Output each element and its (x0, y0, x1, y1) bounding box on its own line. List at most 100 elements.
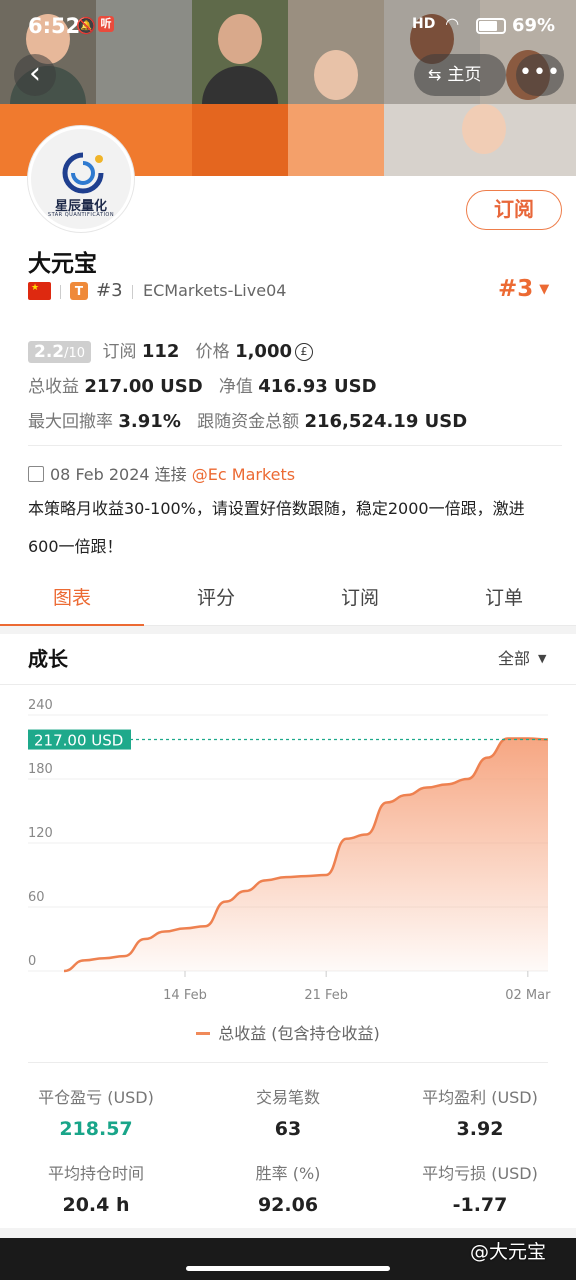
caret-down-icon: ▼ (538, 652, 547, 665)
kpi-item: 交易笔数 63 (192, 1084, 384, 1140)
signal-icon: HD (412, 16, 436, 32)
kpi-item: 平均亏损 (USD) -1.77 (384, 1160, 576, 1216)
kpi-value: 20.4 h (62, 1194, 130, 1216)
broker-link[interactable]: @Ec Markets (192, 465, 295, 484)
status-time: 6:52 (28, 14, 81, 38)
battery-icon (476, 18, 506, 34)
kpi-value: 3.92 (456, 1118, 504, 1140)
follow-total-value: 216,524.19 USD (304, 411, 468, 432)
growth-chart: 0 60 120 180 240 217.00 USD 14 Feb 21 Feb 02 Mar (28, 698, 551, 1003)
range-select[interactable]: 全部 ▼ (498, 645, 546, 669)
subscribe-count: 112 (141, 341, 180, 362)
total-profit-label: 总收益 (28, 377, 79, 397)
home-button[interactable]: ⇆ 主页 (414, 54, 506, 96)
tab-subscribe[interactable]: 订阅 (288, 574, 432, 626)
calendar-icon (28, 466, 44, 482)
follow-total-label: 跟随资金总额 (197, 412, 300, 432)
bell-muted-icon: 🔕 (76, 16, 96, 35)
kpi-value: 92.06 (257, 1194, 319, 1216)
kpi-value: 218.57 (59, 1118, 133, 1140)
kpi-label: 平均持仓时间 (47, 1164, 144, 1183)
watermark: @大元宝 (470, 1241, 547, 1263)
score-max: /10 (64, 346, 86, 361)
divider (0, 684, 576, 685)
kpi-item: 胜率 (%) 92.06 (192, 1160, 384, 1216)
price-label: 价格 (195, 342, 230, 362)
kpi-value: -1.77 (452, 1194, 508, 1216)
divider (28, 445, 562, 446)
swap-icon: ⇆ (428, 65, 442, 84)
rank-value: #3 (498, 276, 534, 302)
divider (132, 285, 133, 299)
battery-percent: 69% (512, 15, 556, 36)
more-dots-icon: ••• (519, 60, 561, 85)
rank-label: #3 (96, 280, 123, 301)
y-tick-label: 120 (28, 826, 53, 841)
connect-label: 连接 (154, 465, 187, 484)
score-badge: 2.2/10 (28, 341, 92, 363)
total-profit-value: 217.00 USD (84, 376, 203, 397)
more-button[interactable]: ••• (516, 54, 564, 96)
x-tick-label: 21 Feb (304, 988, 348, 1003)
home-indicator[interactable] (186, 1266, 390, 1271)
kpi-label: 交易笔数 (255, 1088, 320, 1107)
kpi-value: 63 (274, 1118, 302, 1140)
strategy-page: 6:52 🔕 听 HD ◠ 69% ‹ ⇆ 主页 ••• 星辰量化 STAR QU… (0, 0, 576, 1280)
home-label: 主页 (447, 65, 482, 85)
max-drawdown-value: 3.91% (118, 411, 181, 432)
stats-row-1: 2.2/10 订阅 112 价格 1,000 £ (28, 337, 313, 363)
wifi-icon: ◠ (446, 14, 459, 33)
star-logo-icon (62, 152, 104, 194)
notification-badge: 听 (98, 16, 114, 32)
price-value: 1,000 (235, 341, 292, 362)
status-bar: 6:52 🔕 听 HD ◠ 69% (0, 0, 576, 52)
tab-chart[interactable]: 图表 (0, 574, 144, 627)
tab-orders[interactable]: 订单 (432, 574, 576, 626)
kpi-label: 平仓盈亏 (USD) (38, 1088, 154, 1107)
kpi-label: 平均亏损 (USD) (422, 1164, 538, 1183)
china-flag-icon: ★ (28, 282, 51, 300)
range-value: 全部 (498, 649, 531, 668)
subscribe-button[interactable]: 订阅 (466, 190, 562, 230)
kpi-item: 平仓盈亏 (USD) 218.57 (0, 1084, 192, 1140)
net-value: 416.93 USD (258, 376, 377, 397)
banner-color-block (288, 104, 384, 176)
y-tick-label: 240 (28, 698, 53, 713)
banner-photo (384, 104, 576, 176)
x-tick-label: 14 Feb (163, 988, 207, 1003)
strategy-name: 大元宝 (28, 251, 97, 277)
max-drawdown-label: 最大回撤率 (28, 412, 113, 432)
y-tick-label: 0 (28, 954, 36, 969)
kpi-item: 平均盈利 (USD) 3.92 (384, 1084, 576, 1140)
coin-icon: £ (295, 343, 313, 361)
stats-row-3: 最大回撤率 3.91% 跟随资金总额 216,524.19 USD (28, 407, 467, 432)
tier-badge: T (70, 282, 88, 300)
current-value-label: 217.00 USD (34, 732, 123, 750)
avatar[interactable]: 星辰量化 STAR QUANTIFICATION (28, 126, 134, 232)
strategy-description: 本策略月收益30-100%，请设置好倍数跟随，稳定2000一倍跟，激进600一倍… (28, 499, 525, 556)
chart-legend: 总收益 (包含持仓收益) (0, 1020, 576, 1044)
divider (28, 1062, 548, 1063)
chevron-left-icon: ‹ (29, 56, 41, 91)
kpi-label: 胜率 (%) (255, 1164, 321, 1183)
section-title: 成长 (28, 647, 68, 671)
tab-rating[interactable]: 评分 (144, 574, 288, 626)
y-tick-label: 60 (28, 890, 45, 905)
x-tick-label: 02 Mar (505, 988, 551, 1003)
legend-label: 总收益 (包含持仓收益) (218, 1024, 380, 1043)
score-value: 2.2 (34, 342, 65, 362)
back-button[interactable]: ‹ (14, 54, 56, 96)
connect-date: 08 Feb 2024 (50, 465, 150, 484)
logo-subtext: STAR QUANTIFICATION (47, 212, 115, 218)
caret-down-icon: ▼ (539, 282, 550, 297)
tab-bar: 图表 评分 订阅 订单 (0, 574, 576, 627)
rank-dropdown[interactable]: #3 ▼ (498, 276, 549, 302)
account-server: ECMarkets-Live04 (143, 281, 287, 300)
divider (60, 285, 61, 299)
kpi-label: 平均盈利 (USD) (422, 1088, 538, 1107)
connect-info: 08 Feb 2024 连接 @Ec Markets (28, 461, 295, 485)
kpi-item: 平均持仓时间 20.4 h (0, 1160, 192, 1216)
y-tick-label: 180 (28, 762, 53, 777)
legend-swatch (196, 1032, 211, 1035)
subscribe-count-label: 订阅 (102, 342, 137, 362)
